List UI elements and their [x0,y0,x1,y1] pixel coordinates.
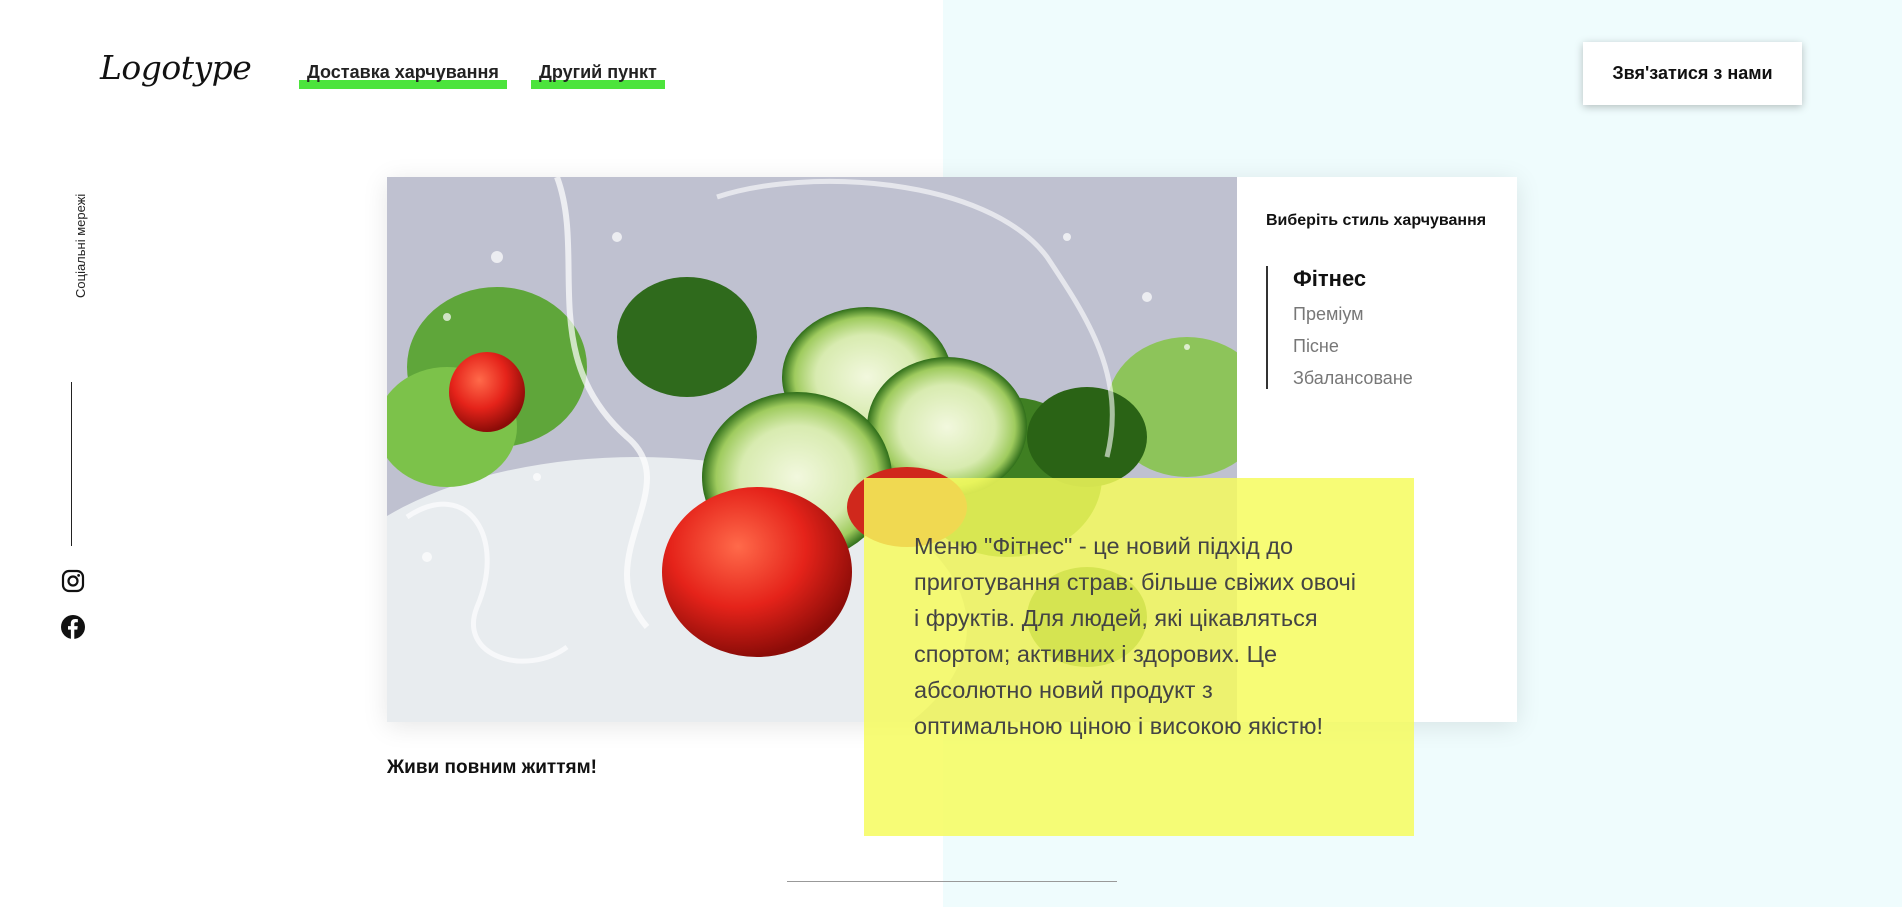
style-option-fitness[interactable]: Фітнес [1293,266,1366,292]
nav-item-food-delivery[interactable]: Доставка харчування [299,62,507,89]
contact-button[interactable]: Звя'затися з нами [1583,42,1802,105]
style-option-lean[interactable]: Пісне [1293,336,1339,357]
tagline: Живи повним життям! [387,757,597,778]
style-option-balanced[interactable]: Збалансоване [1293,368,1413,389]
social-divider [71,382,72,546]
panel-title: Виберіть стиль харчування [1266,212,1487,229]
social-label: Соціальні мережі [73,193,88,298]
nav-item-label: Другий пункт [539,62,657,82]
nav-item-label: Доставка харчування [307,62,499,82]
style-list-divider [1266,266,1268,389]
nav-item-second[interactable]: Другий пункт [531,62,665,89]
logo[interactable]: Logotype [100,48,252,87]
description-text: Меню "Фітнес" - це новий підхід до приго… [914,533,1356,739]
bottom-divider [787,881,1117,882]
style-option-premium[interactable]: Преміум [1293,304,1364,325]
facebook-icon[interactable] [61,615,85,639]
description-box: Меню "Фітнес" - це новий підхід до приго… [864,478,1414,836]
instagram-icon[interactable] [61,569,85,593]
